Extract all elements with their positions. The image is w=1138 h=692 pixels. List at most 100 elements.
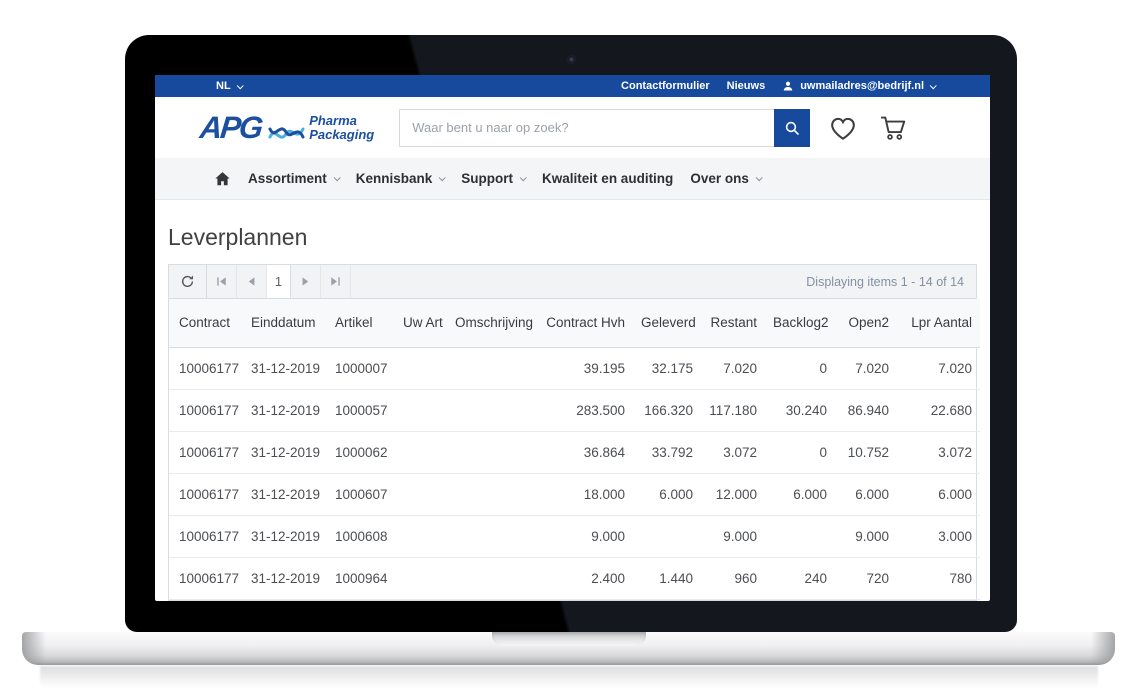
first-page-button[interactable] <box>207 265 237 298</box>
table-cell: 7.020 <box>897 347 980 389</box>
column-header[interactable]: Einddatum <box>243 299 327 347</box>
table-cell: 10006177 <box>169 389 243 431</box>
dna-helix-icon <box>267 117 305 145</box>
table-cell <box>447 557 537 599</box>
table-cell: 117.180 <box>701 389 765 431</box>
cart-button[interactable] <box>879 114 907 141</box>
grid-toolbar: 1 Displaying items 1 - 14 of 14 <box>169 265 976 299</box>
table-row[interactable]: 1000617731-12-201910006089.0009.0009.000… <box>169 515 980 557</box>
column-header[interactable]: Uw Art <box>395 299 447 347</box>
table-cell <box>395 473 447 515</box>
table-cell: 960 <box>701 557 765 599</box>
column-header[interactable]: Geleverd <box>633 299 701 347</box>
pager-status: Displaying items 1 - 14 of 14 <box>806 275 976 289</box>
leverplannen-table: ContractEinddatumArtikelUw ArtOmschrijvi… <box>169 299 980 600</box>
table-cell: 10006177 <box>169 473 243 515</box>
column-header[interactable]: Open2 <box>835 299 897 347</box>
table-cell: 31-12-2019 <box>243 515 327 557</box>
next-page-button[interactable] <box>291 265 321 298</box>
contact-form-link[interactable]: Contactformulier <box>621 80 710 92</box>
column-header[interactable]: Restant <box>701 299 765 347</box>
table-cell: 3.000 <box>897 515 980 557</box>
search-input[interactable] <box>399 109 774 147</box>
main-navigation: Assortiment Kennisbank Support Kwaliteit… <box>155 158 990 200</box>
logo-acronym: APG <box>198 110 263 146</box>
column-header[interactable]: Contract Hvh <box>537 299 633 347</box>
nav-item-assortiment[interactable]: Assortiment <box>248 171 339 186</box>
table-cell <box>395 557 447 599</box>
table-cell: 6.000 <box>633 473 701 515</box>
last-page-button[interactable] <box>321 265 351 298</box>
table-cell: 780 <box>897 557 980 599</box>
table-cell <box>633 515 701 557</box>
table-cell <box>395 431 447 473</box>
table-cell <box>447 347 537 389</box>
nav-item-over-ons[interactable]: Over ons <box>690 171 761 186</box>
table-row[interactable]: 1000617731-12-2019100060718.0006.00012.0… <box>169 473 980 515</box>
laptop-bezel: NL Contactformulier Nieuws uwmailadres@b… <box>125 35 1017 632</box>
previous-page-icon <box>246 276 257 287</box>
chevron-down-icon <box>520 174 527 181</box>
table-cell: 3.072 <box>701 431 765 473</box>
table-cell: 36.864 <box>537 431 633 473</box>
table-cell: 0 <box>765 431 835 473</box>
table-cell: 7.020 <box>835 347 897 389</box>
nav-item-support[interactable]: Support <box>461 171 525 186</box>
cart-icon <box>879 114 907 141</box>
laptop-base <box>22 632 1115 665</box>
table-cell: 33.792 <box>633 431 701 473</box>
chevron-down-icon <box>439 174 446 181</box>
user-icon <box>782 80 794 92</box>
home-button[interactable] <box>214 171 231 187</box>
table-cell: 1000057 <box>327 389 395 431</box>
table-cell: 32.175 <box>633 347 701 389</box>
next-page-icon <box>300 276 311 287</box>
table-cell: 720 <box>835 557 897 599</box>
logo-tagline: Pharma Packaging <box>309 114 374 142</box>
previous-page-button[interactable] <box>237 265 267 298</box>
account-menu[interactable]: uwmailadres@bedrijf.nl <box>782 80 935 92</box>
table-row[interactable]: 1000617731-12-2019100006236.86433.7923.0… <box>169 431 980 473</box>
table-cell: 7.020 <box>701 347 765 389</box>
table-row[interactable]: 1000617731-12-20191000057283.500166.3201… <box>169 389 980 431</box>
company-logo[interactable]: APG Pharma Packaging <box>200 110 374 146</box>
table-row[interactable]: 1000617731-12-2019100000739.19532.1757.0… <box>169 347 980 389</box>
table-cell: 3.072 <box>897 431 980 473</box>
news-link[interactable]: Nieuws <box>727 80 766 92</box>
column-header[interactable]: Contract <box>169 299 243 347</box>
first-page-icon <box>216 276 227 287</box>
table-cell: 31-12-2019 <box>243 557 327 599</box>
table-cell: 2.400 <box>537 557 633 599</box>
refresh-button[interactable] <box>169 265 207 298</box>
table-row[interactable]: 1000617731-12-201910009642.4001.44096024… <box>169 557 980 599</box>
column-header[interactable]: Lpr Aantal <box>897 299 980 347</box>
browser-screen: NL Contactformulier Nieuws uwmailadres@b… <box>155 75 990 601</box>
chevron-down-icon <box>333 174 340 181</box>
table-cell: 9.000 <box>701 515 765 557</box>
laptop-reflection <box>40 666 1098 688</box>
table-cell: 240 <box>765 557 835 599</box>
table-body: 1000617731-12-2019100000739.19532.1757.0… <box>169 347 980 599</box>
search-button[interactable] <box>774 109 810 147</box>
nav-item-kennisbank[interactable]: Kennisbank <box>356 171 445 186</box>
table-cell: 6.000 <box>897 473 980 515</box>
table-cell: 9.000 <box>537 515 633 557</box>
column-header[interactable]: Artikel <box>327 299 395 347</box>
refresh-icon <box>180 274 195 289</box>
current-page-indicator[interactable]: 1 <box>267 265 291 298</box>
table-cell <box>395 515 447 557</box>
column-header[interactable]: Omschrijving <box>447 299 537 347</box>
nav-item-kwaliteit-en-auditing[interactable]: Kwaliteit en auditing <box>542 171 673 186</box>
table-cell: 10006177 <box>169 557 243 599</box>
page-title: Leverplannen <box>168 224 977 251</box>
table-cell: 1.440 <box>633 557 701 599</box>
table-cell: 18.000 <box>537 473 633 515</box>
page-content: Leverplannen <box>155 224 990 601</box>
wishlist-button[interactable] <box>828 114 858 142</box>
table-cell: 10006177 <box>169 431 243 473</box>
column-header[interactable]: Backlog2 <box>765 299 835 347</box>
table-cell: 283.500 <box>537 389 633 431</box>
last-page-icon <box>330 276 341 287</box>
language-selector[interactable]: NL <box>216 80 242 92</box>
nav-item-label: Assortiment <box>248 171 327 186</box>
